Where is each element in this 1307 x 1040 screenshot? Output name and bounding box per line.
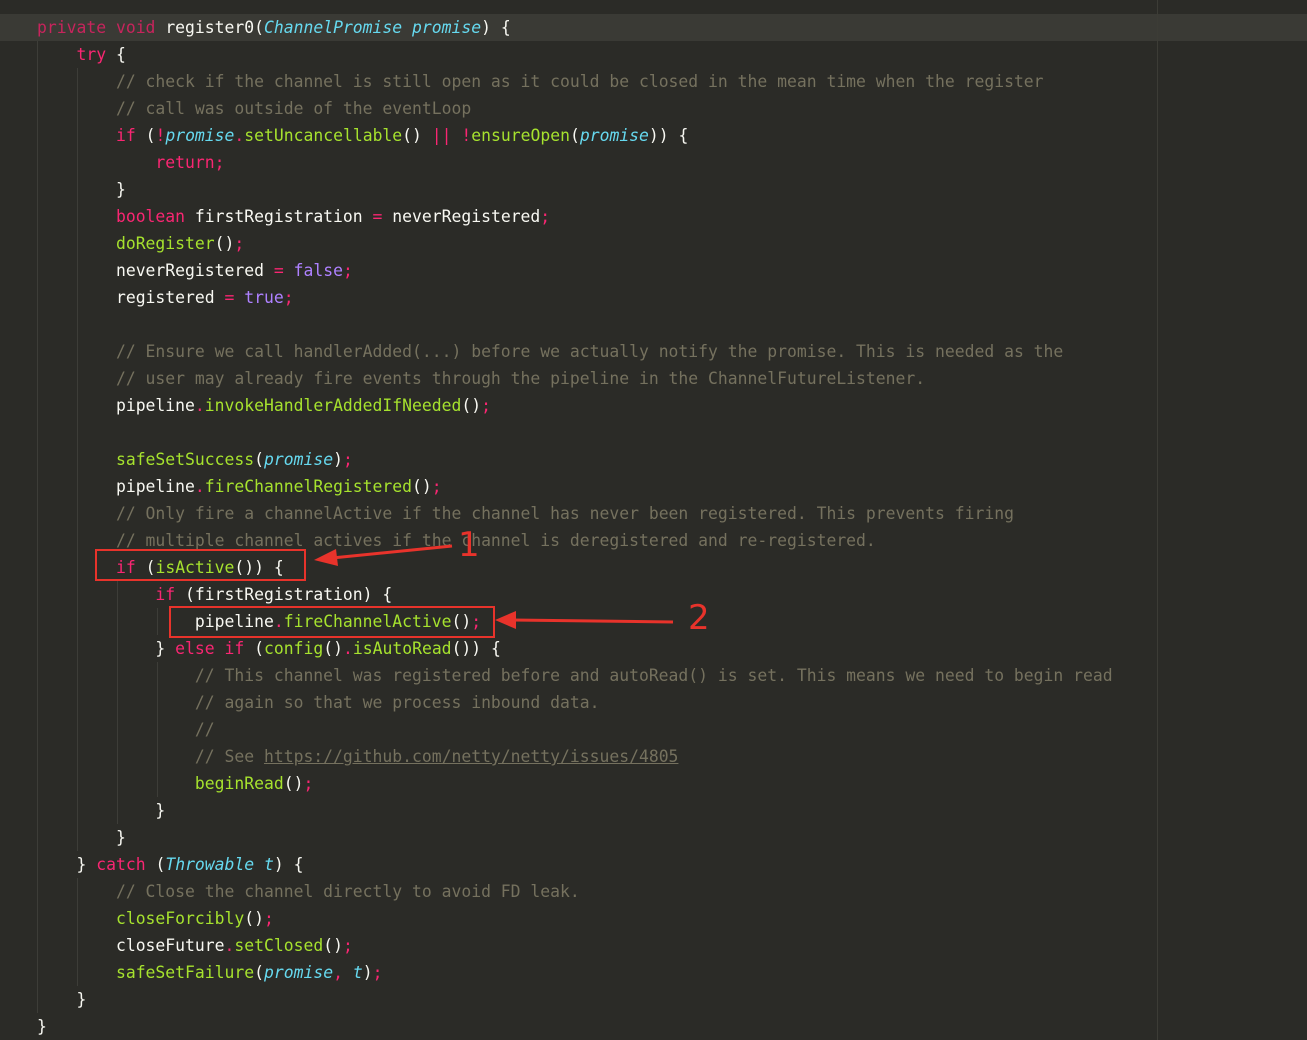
code-editor[interactable]: private void register0(ChannelPromise pr… <box>0 0 1307 1040</box>
arrow-2-head <box>495 611 516 629</box>
arrow-1-head <box>314 549 338 566</box>
annotation-label-2: 2 <box>688 598 710 638</box>
annotation-arrows <box>314 544 674 629</box>
annotation-label-1: 1 <box>458 525 480 565</box>
arrow-2-shaft <box>511 618 674 624</box>
arrow-1-shaft <box>331 544 453 560</box>
